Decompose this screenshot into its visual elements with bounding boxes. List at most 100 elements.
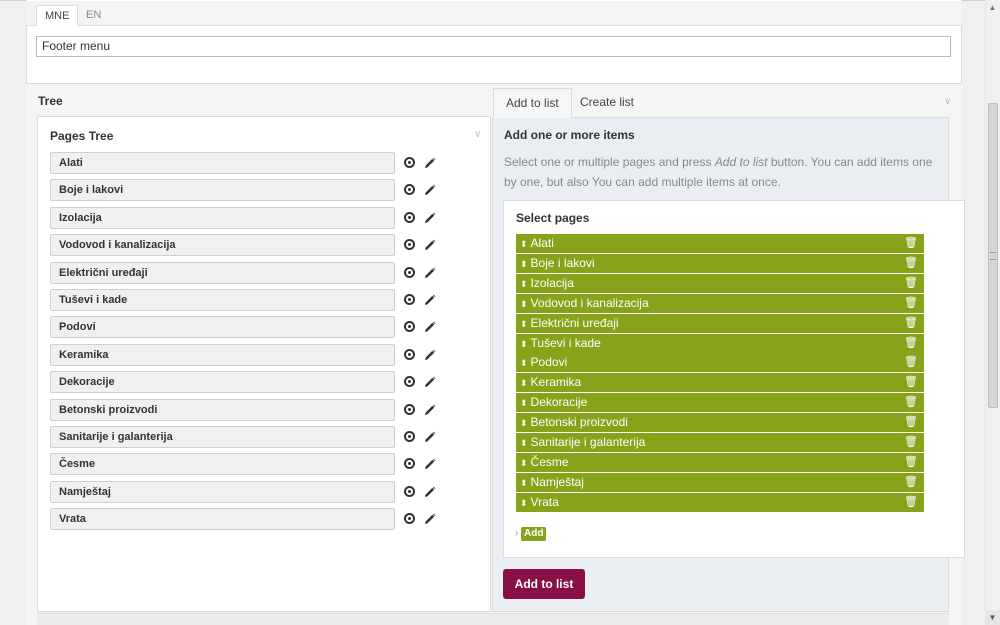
selected-page-label: Podovi [530, 355, 568, 370]
tree-item[interactable]: Vrata [50, 508, 395, 531]
selected-page-item[interactable]: ⬍ Keramika 🗑 [516, 373, 924, 393]
sort-arrows-icon[interactable]: ⬍ [520, 259, 528, 269]
selected-page-label: Vrata [530, 494, 559, 509]
tree-item[interactable]: Sanitarije i galanterija [50, 426, 395, 448]
remove-circle-icon[interactable] [404, 266, 415, 278]
pencil-icon[interactable] [424, 212, 436, 224]
sort-arrows-icon[interactable]: ⬍ [520, 299, 528, 309]
trash-icon[interactable]: 🗑 [904, 254, 918, 273]
trash-icon[interactable]: 🗑 [904, 393, 918, 412]
tab-add-to-list[interactable]: Add to list [493, 88, 572, 118]
tree-item[interactable]: Namještaj [50, 480, 395, 503]
trash-icon[interactable]: 🗑 [904, 314, 918, 333]
selected-page-item[interactable]: ⬍ Česme 🗑 [516, 452, 924, 472]
pencil-icon[interactable] [424, 404, 436, 416]
trash-icon[interactable]: 🗑 [904, 334, 918, 353]
trash-icon[interactable]: 🗑 [904, 353, 918, 372]
pencil-icon[interactable] [424, 184, 436, 196]
remove-circle-icon[interactable] [404, 294, 415, 305]
tab-create-list[interactable]: Create list [568, 88, 646, 118]
tree-item[interactable]: Vodovod i kanalizacija [50, 234, 395, 257]
remove-circle-icon[interactable] [404, 485, 415, 497]
selected-page-label: Betonski proizvodi [530, 415, 628, 430]
trash-icon[interactable]: 🗑 [904, 453, 918, 472]
selected-page-item[interactable]: ⬍ Boje i lakovi 🗑 [516, 253, 924, 273]
tree-item[interactable]: Boje i lakovi [50, 179, 395, 202]
scroll-up-icon[interactable]: ▲ [985, 0, 1000, 15]
selected-page-item[interactable]: ⬍ Tuševi i kade 🗑 [516, 333, 924, 353]
sort-arrows-icon[interactable]: ⬍ [520, 398, 528, 408]
pencil-icon[interactable] [424, 157, 436, 169]
pencil-icon[interactable] [424, 349, 436, 361]
selected-page-item[interactable]: ⬍ Namještaj 🗑 [516, 472, 924, 492]
pencil-icon[interactable] [424, 486, 436, 498]
selected-page-label: Izolacija [530, 275, 574, 290]
remove-circle-icon[interactable] [404, 211, 415, 223]
trash-icon[interactable]: 🗑 [904, 413, 918, 432]
tree-item[interactable]: Česme [50, 453, 395, 476]
tree-item[interactable]: Keramika [50, 343, 395, 366]
sort-arrows-icon[interactable]: ⬍ [520, 478, 528, 488]
language-bar [26, 1, 962, 26]
sort-arrows-icon[interactable]: ⬍ [520, 339, 528, 349]
trash-icon[interactable]: 🗑 [904, 433, 918, 452]
tree-item[interactable]: Tuševi i kade [50, 289, 395, 311]
remove-circle-icon[interactable] [404, 157, 415, 168]
remove-circle-icon[interactable] [404, 403, 415, 415]
sort-arrows-icon[interactable]: ⬍ [520, 319, 528, 329]
selected-page-item[interactable]: ⬍ Izolacija 🗑 [516, 273, 924, 293]
sort-arrows-icon[interactable]: ⬍ [520, 358, 528, 368]
pencil-icon[interactable] [424, 321, 436, 333]
sort-arrows-icon[interactable]: ⬍ [520, 378, 528, 388]
selected-page-label: Sanitarije i galanterija [530, 435, 646, 449]
add-items-description: Select one or multiple pages and press A… [504, 155, 933, 189]
tree-item[interactable]: Izolacija [50, 206, 395, 229]
chevron-down-icon[interactable]: ∨ [474, 129, 481, 140]
remove-circle-icon[interactable] [404, 431, 415, 442]
add-page-link[interactable]: Add [521, 527, 547, 541]
tab-language-mne[interactable]: MNE [36, 5, 79, 26]
pencil-icon[interactable] [424, 513, 436, 525]
add-to-list-button[interactable]: Add to list [503, 569, 585, 599]
pencil-icon[interactable] [424, 267, 436, 279]
selected-page-item[interactable]: ⬍ Betonski proizvodi 🗑 [516, 413, 924, 433]
chevron-down-icon[interactable]: ∨ [944, 96, 951, 107]
sort-arrows-icon[interactable]: ⬍ [520, 458, 528, 468]
pencil-icon[interactable] [424, 458, 436, 470]
remove-circle-icon[interactable] [404, 348, 415, 360]
pencil-icon[interactable] [424, 239, 436, 251]
tree-item[interactable]: Alati [50, 152, 395, 174]
tree-item[interactable]: Električni uređaji [50, 261, 395, 284]
select-pages-title: Select pages [516, 211, 590, 225]
sort-arrows-icon[interactable]: ⬍ [520, 279, 528, 289]
selected-page-item[interactable]: ⬍ Vodovod i kanalizacija 🗑 [516, 293, 924, 313]
tree-section-title: Tree [38, 94, 63, 108]
scroll-down-icon[interactable]: ▼ [985, 610, 1000, 625]
trash-icon[interactable]: 🗑 [904, 234, 918, 253]
sort-arrows-icon[interactable]: ⬍ [520, 498, 528, 508]
selected-page-item[interactable]: ⬍ Podovi 🗑 [516, 353, 924, 373]
sort-arrows-icon[interactable]: ⬍ [520, 418, 528, 428]
pencil-icon[interactable] [424, 294, 436, 306]
trash-icon[interactable]: 🗑 [904, 274, 918, 293]
trash-icon[interactable]: 🗑 [904, 493, 918, 512]
trash-icon[interactable]: 🗑 [904, 373, 918, 392]
pencil-icon[interactable] [424, 376, 436, 388]
sort-arrows-icon[interactable]: ⬍ [520, 239, 528, 249]
pencil-icon[interactable] [424, 431, 436, 443]
menu-name-input[interactable]: Footer menu [36, 36, 951, 57]
selected-page-item[interactable]: ⬍ Alati 🗑 [516, 234, 924, 253]
selected-page-item[interactable]: ⬍ Vrata 🗑 [516, 492, 924, 512]
tab-language-en[interactable]: EN [78, 5, 109, 26]
trash-icon[interactable]: 🗑 [904, 473, 918, 492]
add-items-title: Add one or more items [504, 128, 635, 142]
bottom-bar [37, 613, 949, 625]
tree-item[interactable]: Betonski proizvodi [50, 398, 395, 421]
selected-page-item[interactable]: ⬍ Električni uređaji 🗑 [516, 313, 924, 333]
trash-icon[interactable]: 🗑 [904, 294, 918, 313]
sort-arrows-icon[interactable]: ⬍ [520, 438, 528, 448]
selected-page-item[interactable]: ⬍ Sanitarije i galanterija 🗑 [516, 433, 924, 452]
tree-item[interactable]: Dekoracije [50, 371, 395, 394]
selected-page-item[interactable]: ⬍ Dekoracije 🗑 [516, 393, 924, 413]
tree-item[interactable]: Podovi [50, 316, 395, 339]
